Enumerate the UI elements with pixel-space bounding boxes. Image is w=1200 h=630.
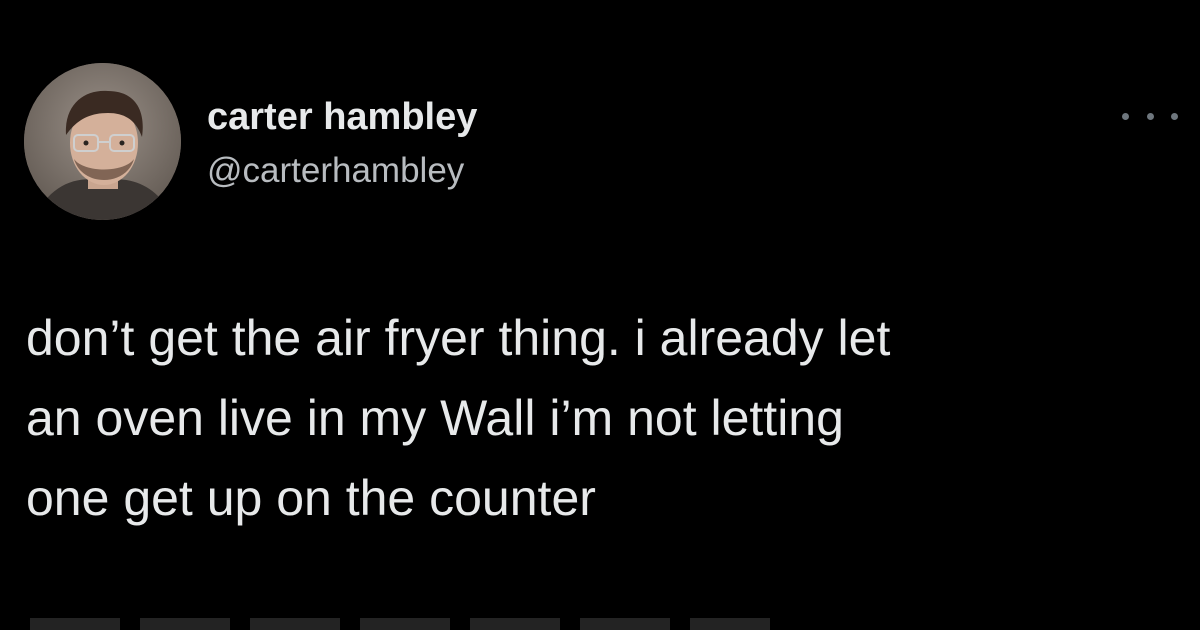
tweet-text: don’t get the air fryer thing. i already… xyxy=(26,298,1176,538)
more-options-button[interactable] xyxy=(1122,104,1178,128)
user-handle[interactable]: @carterhambley xyxy=(207,150,464,192)
display-name[interactable]: carter hambley xyxy=(207,94,477,140)
cropped-content-edge xyxy=(30,618,770,630)
tweet-text-line: one get up on the counter xyxy=(26,470,596,526)
avatar[interactable] xyxy=(24,63,181,220)
tweet-card: carter hambley @carterhambley don’t get … xyxy=(0,0,1200,630)
avatar-photo-icon xyxy=(24,63,181,220)
more-horizontal-icon xyxy=(1122,112,1129,120)
tweet-text-line: an oven live in my Wall i’m not letting xyxy=(26,390,844,446)
tweet-text-line: don’t get the air fryer thing. i already… xyxy=(26,310,891,366)
